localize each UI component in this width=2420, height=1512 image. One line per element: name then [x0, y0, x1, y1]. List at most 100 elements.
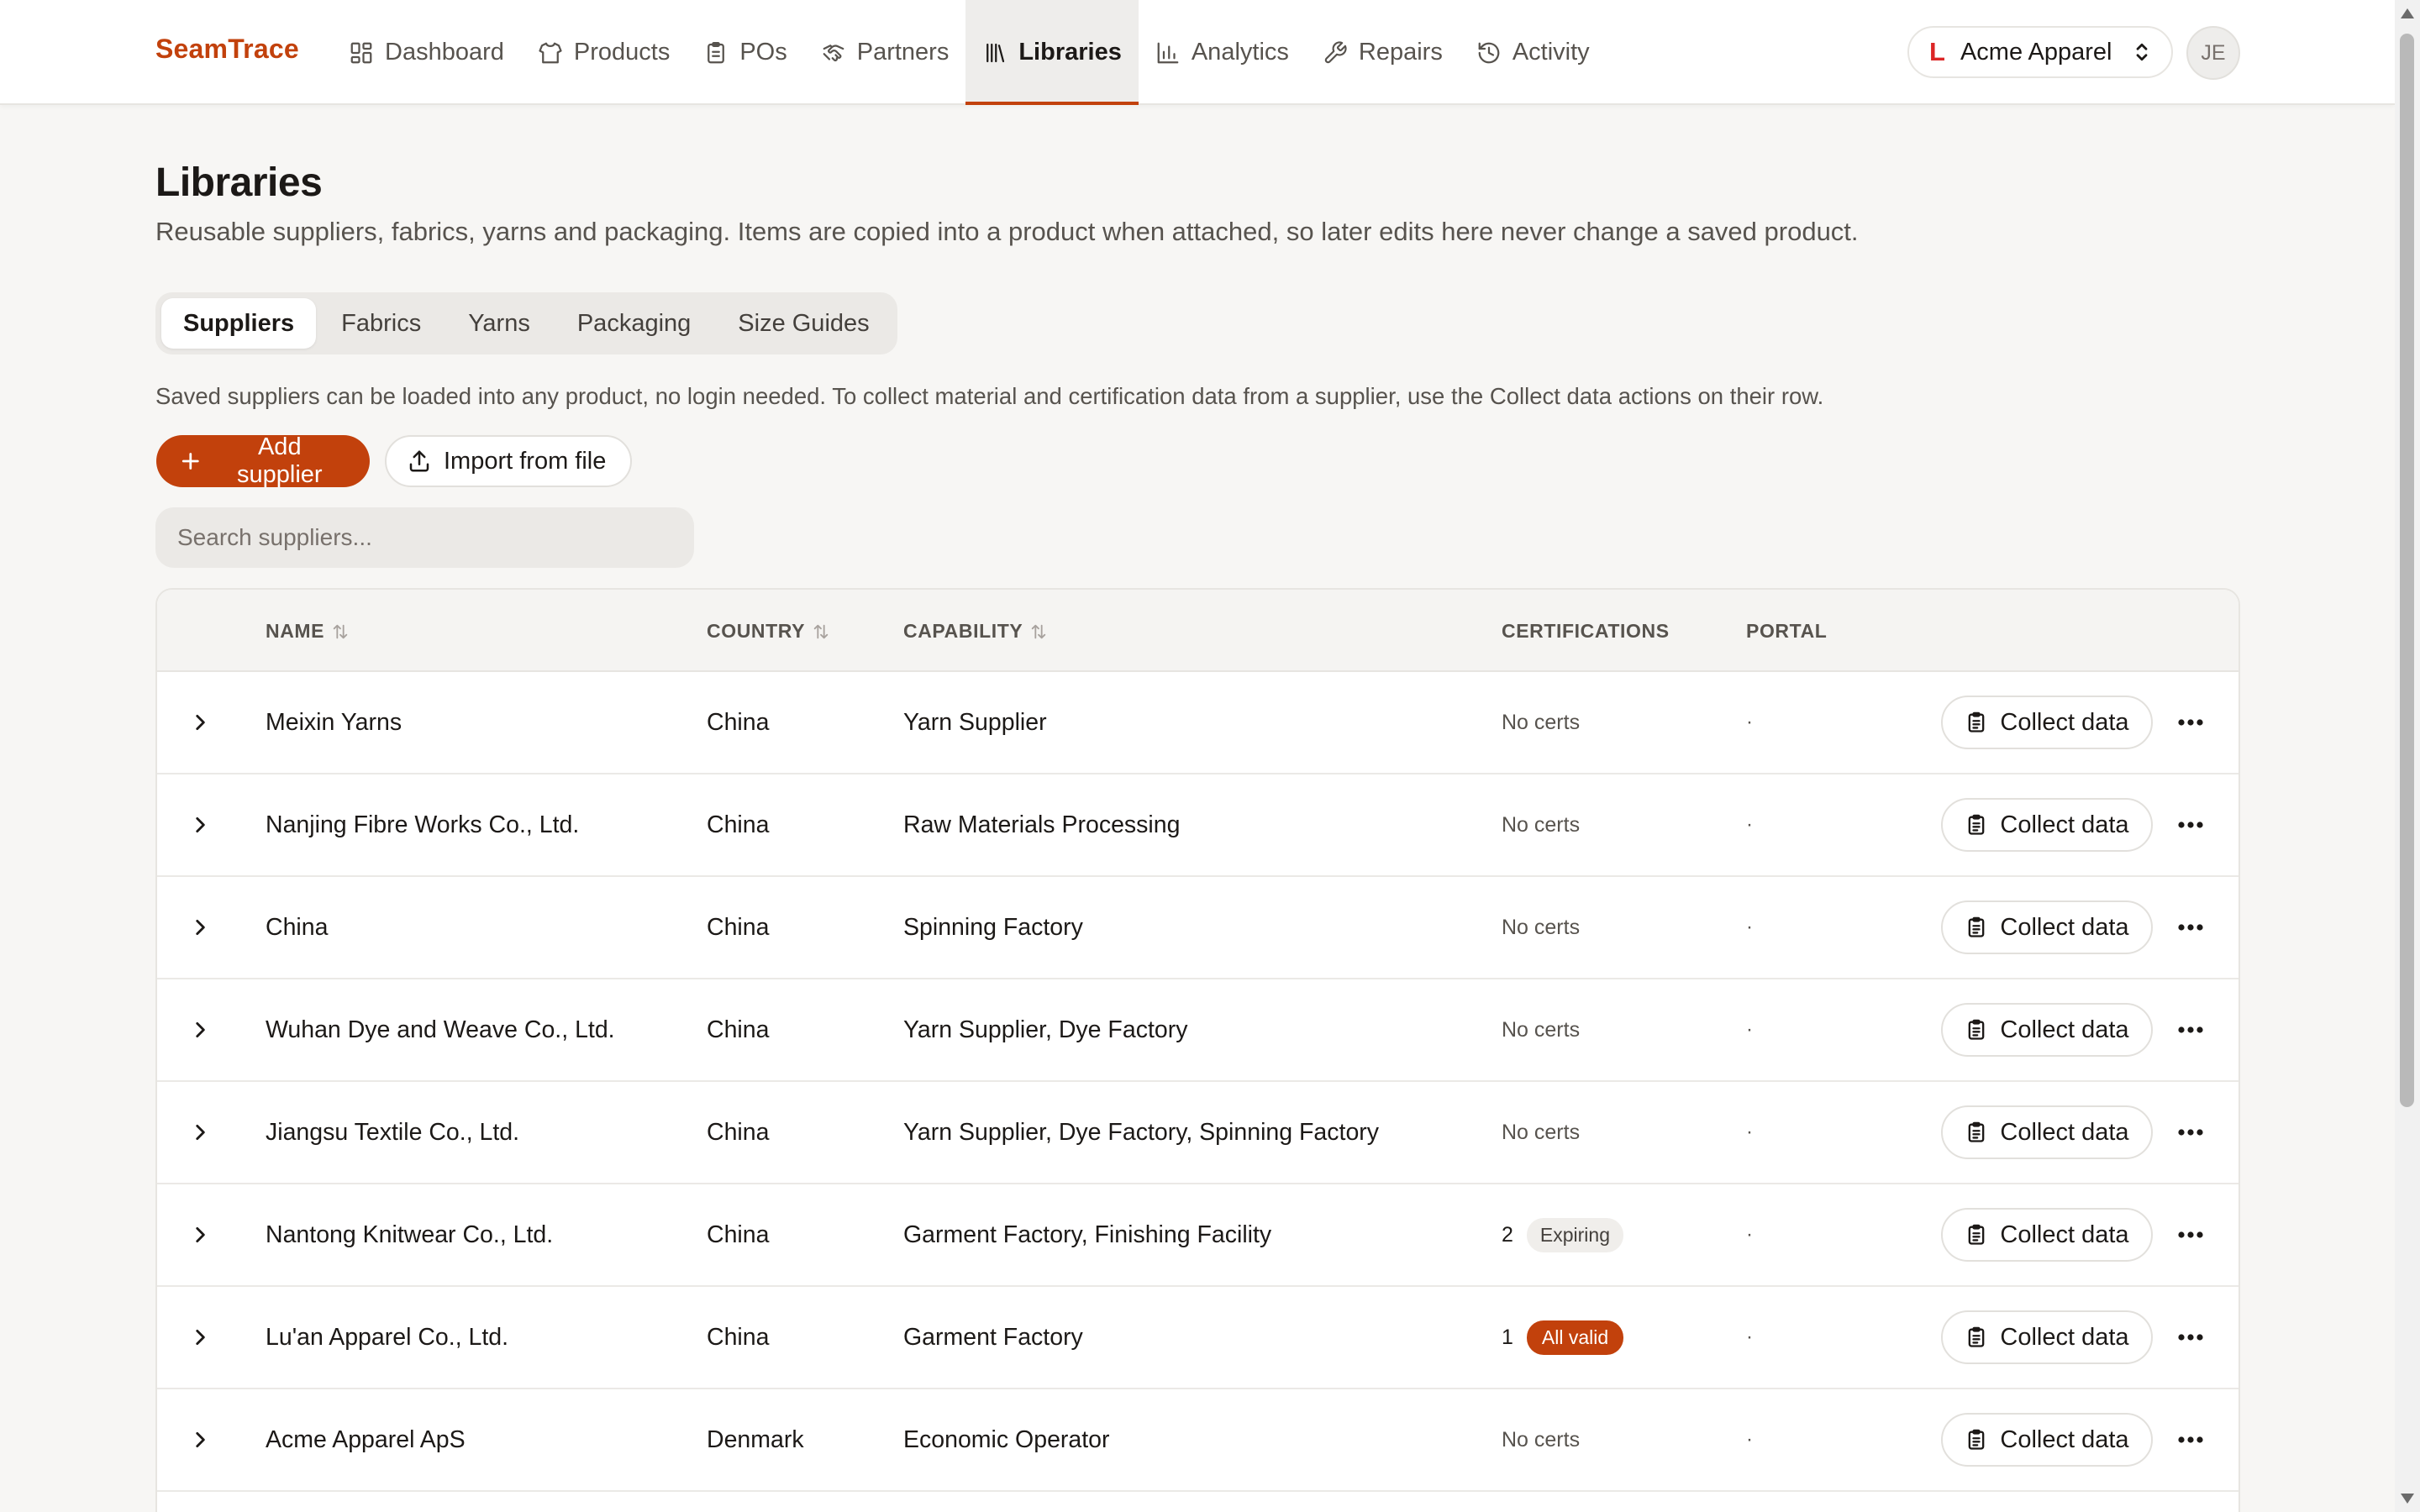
column-label: COUNTRY [707, 620, 806, 642]
top-nav-bar: SeamTrace Dashboard Products POs Partner… [0, 0, 2395, 105]
supplier-name: China [266, 913, 329, 941]
expand-row-button[interactable] [189, 1082, 211, 1183]
table-row[interactable]: Acme Apparel ApS Denmark Economic Operator… [157, 1389, 2238, 1492]
collect-data-button[interactable]: Collect data [1941, 1413, 2153, 1467]
table-row[interactable]: Jiangsu Textile Co., Ltd. China Yarn Suppl… [157, 1082, 2238, 1184]
nav-label: Activity [1512, 39, 1590, 66]
tab-yarns[interactable]: Yarns [446, 298, 552, 349]
row-actions-menu-button[interactable] [2177, 774, 2204, 875]
more-horizontal-icon [2178, 1436, 2203, 1443]
column-header-name[interactable]: NAME [266, 620, 350, 643]
more-horizontal-icon [2178, 1231, 2203, 1238]
cert-count: 1 [1502, 1325, 1513, 1349]
import-label: Import from file [444, 447, 607, 475]
tab-size-guides[interactable]: Size Guides [716, 298, 891, 349]
portal-status: · [1746, 1326, 1753, 1348]
scroll-up-arrow[interactable] [2401, 8, 2414, 18]
portal-cell: · [1746, 1287, 1753, 1388]
sort-icon [333, 624, 348, 638]
supplier-country: China [707, 811, 770, 838]
chevron-right-icon [196, 715, 205, 730]
scroll-down-arrow[interactable] [2401, 1494, 2414, 1504]
supplier-country: China [707, 1221, 770, 1248]
collect-data-cell: Collect data [1941, 672, 2153, 773]
table-row[interactable]: Meixin Yarns China Yarn Supplier No certs · C… [157, 672, 2238, 774]
portal-status: · [1746, 1223, 1753, 1246]
chevron-right-icon [196, 920, 205, 935]
portal-cell: · [1746, 1184, 1753, 1285]
collect-data-button[interactable]: Collect data [1941, 1003, 2153, 1057]
no-certs-label: No certs [1502, 812, 1581, 837]
supplier-name: Nantong Knitwear Co., Ltd. [266, 1221, 554, 1248]
row-actions-menu-button[interactable] [2177, 1082, 2204, 1183]
collect-data-button[interactable]: Collect data [1941, 1310, 2153, 1364]
supplier-capability: Yarn Supplier [903, 708, 1047, 736]
certifications-summary: 2 Expiring [1502, 1217, 1624, 1252]
column-header-capability[interactable]: CAPABILITY [903, 620, 1048, 643]
certifications-summary: 1 All valid [1502, 1320, 1624, 1355]
column-header-country[interactable]: COUNTRY [707, 620, 830, 643]
tab-packaging[interactable]: Packaging [555, 298, 713, 349]
row-actions-menu-button[interactable] [2177, 877, 2204, 978]
expand-row-button[interactable] [189, 672, 211, 773]
tab-suppliers[interactable]: Suppliers [161, 298, 317, 349]
expand-row-button[interactable] [189, 774, 211, 875]
table-row[interactable]: Wuhan Dye and Weave Co., Ltd. China Yarn S… [157, 979, 2238, 1082]
collect-data-button[interactable]: Collect data [1941, 696, 2153, 749]
row-actions-menu-button[interactable] [2177, 1287, 2204, 1388]
certifications-cell: No certs [1502, 1082, 1580, 1183]
nav-partners[interactable]: Partners [804, 0, 966, 105]
org-switcher[interactable]: L Acme Apparel [1907, 26, 2173, 78]
table-row[interactable]: China China Spinning Factory No certs · Colle… [157, 877, 2238, 979]
collect-data-cell: Collect data [1941, 1287, 2153, 1388]
nav-analytics[interactable]: Analytics [1139, 0, 1306, 105]
expand-row-button[interactable] [189, 1184, 211, 1285]
table-row[interactable]: Nanjing Fibre Works Co., Ltd. China Raw Ma… [157, 774, 2238, 877]
nav-activity[interactable]: Activity [1460, 0, 1607, 105]
nav-libraries[interactable]: Libraries [965, 0, 1139, 105]
search-suppliers-input[interactable] [155, 507, 694, 568]
collect-data-button[interactable]: Collect data [1941, 1208, 2153, 1262]
user-avatar[interactable]: JE [2186, 26, 2240, 80]
column-label: CAPABILITY [903, 620, 1023, 642]
supplier-country: Denmark [707, 1425, 804, 1453]
collect-data-label: Collect data [2000, 1118, 2129, 1146]
row-actions-menu-button[interactable] [2177, 1389, 2204, 1490]
table-row[interactable]: Nantong Knitwear Co., Ltd. China Garment F… [157, 1184, 2238, 1287]
row-actions-menu-button[interactable] [2177, 1184, 2204, 1285]
page-title: Libraries [155, 160, 323, 205]
supplier-name: Acme Apparel ApS [266, 1425, 466, 1453]
scrollbar-thumb[interactable] [2400, 34, 2414, 1107]
certifications-cell: 2 Expiring [1502, 1184, 1624, 1285]
import-from-file-button[interactable]: Import from file [385, 435, 632, 487]
certifications-cell: No certs [1502, 877, 1580, 978]
add-supplier-button[interactable]: Add supplier [156, 433, 370, 488]
collect-data-button[interactable]: Collect data [1941, 1105, 2153, 1159]
org-name: Acme Apparel [1960, 38, 2112, 66]
row-actions-menu-button[interactable] [2177, 979, 2204, 1080]
library-icon [986, 43, 1005, 62]
nav-repairs[interactable]: Repairs [1306, 0, 1460, 105]
nav-dashboard[interactable]: Dashboard [332, 0, 521, 105]
supplier-name: Wuhan Dye and Weave Co., Ltd. [266, 1016, 615, 1043]
supplier-country: China [707, 708, 770, 736]
table-row[interactable]: Lu'an Apparel Co., Ltd. China Garment Fact… [157, 1287, 2238, 1389]
more-horizontal-icon [2178, 1129, 2203, 1136]
nav-products[interactable]: Products [521, 0, 687, 105]
expand-row-button[interactable] [189, 1287, 211, 1388]
row-actions-menu-button[interactable] [2177, 672, 2204, 773]
brand-logo[interactable]: SeamTrace [155, 34, 299, 65]
collect-data-button[interactable]: Collect data [1941, 798, 2153, 852]
tab-fabrics[interactable]: Fabrics [319, 298, 443, 349]
nav-pos[interactable]: POs [687, 0, 803, 105]
nav-label: Analytics [1191, 39, 1289, 66]
portal-status: · [1746, 1428, 1753, 1451]
no-certs-label: No certs [1502, 1427, 1581, 1452]
page-subtitle: Reusable suppliers, fabrics, yarns and p… [155, 217, 1859, 246]
collect-data-button[interactable]: Collect data [1941, 900, 2153, 954]
expand-row-button[interactable] [189, 877, 211, 978]
expand-row-button[interactable] [189, 979, 211, 1080]
supplier-capability: Yarn Supplier, Dye Factory [903, 1016, 1188, 1043]
expand-row-button[interactable] [189, 1389, 211, 1490]
supplier-country: China [707, 913, 770, 941]
